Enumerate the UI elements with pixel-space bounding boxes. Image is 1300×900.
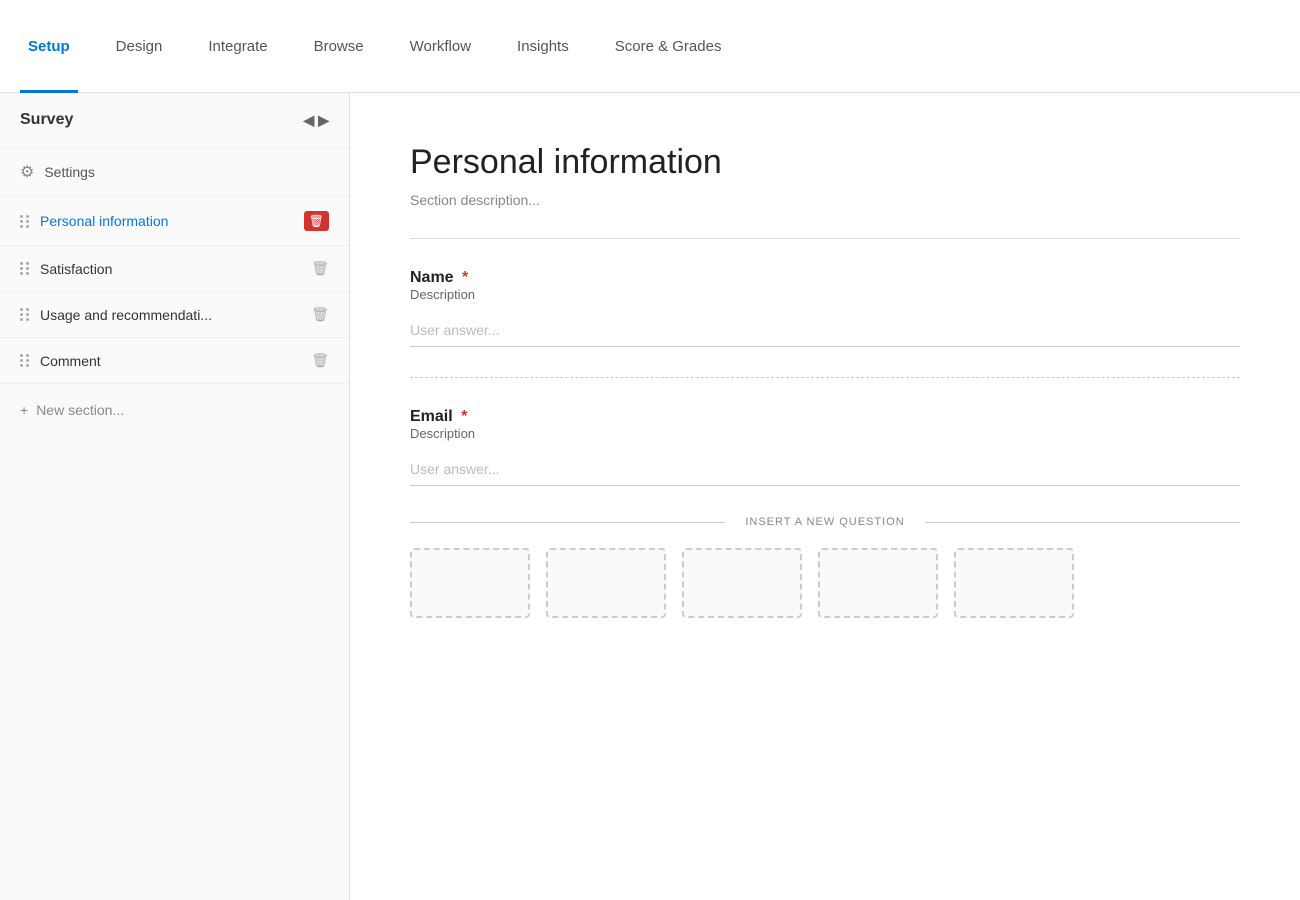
section-divider [410,238,1240,239]
nav-item-browse[interactable]: Browse [306,0,372,93]
nav-item-insights[interactable]: Insights [509,0,577,93]
question-type-row [410,548,1240,618]
sidebar-item-label-satisfaction: Satisfaction [40,261,301,277]
main-layout: Survey ◀ ▶ ⚙ Settings Personal informati… [0,93,1300,900]
question-title-email: Email * [410,408,467,425]
sidebar-item-satisfaction[interactable]: Satisfaction 🗑 [0,246,349,292]
gear-icon: ⚙ [20,162,34,182]
section-title: Personal information [410,143,1240,182]
nav-item-setup[interactable]: Setup [20,0,78,93]
question-type-card-1[interactable] [410,548,530,618]
nav-item-workflow[interactable]: Workflow [402,0,479,93]
drag-icon [20,354,30,367]
nav-item-score-grades[interactable]: Score & Grades [607,0,730,93]
sidebar-item-personal-information[interactable]: Personal information 🗑 [0,197,349,246]
question-description-email: Description [410,426,1240,441]
new-section-button[interactable]: + New section... [0,388,349,432]
arrow-left-icon[interactable]: ◀ [303,112,314,129]
insert-line-right [925,522,1240,523]
sidebar-item-label-comment: Comment [40,353,301,369]
nav-item-integrate[interactable]: Integrate [200,0,275,93]
question-title-row-email: Email * [410,408,1240,426]
drag-icon [20,215,30,228]
question-description-name: Description [410,287,1240,302]
answer-input-email[interactable] [410,453,1240,486]
arrow-right-icon[interactable]: ▶ [318,112,329,129]
question-type-card-4[interactable] [818,548,938,618]
new-section-label: New section... [36,402,124,418]
insert-question-label: INSERT A NEW QUESTION [745,516,904,528]
sidebar: Survey ◀ ▶ ⚙ Settings Personal informati… [0,93,350,900]
delete-section-button-usage-recommendation[interactable]: 🗑 [311,306,329,323]
top-navigation: Setup Design Integrate Browse Workflow Insigh… [0,0,1300,93]
sidebar-nav-arrows[interactable]: ◀ ▶ [303,112,329,129]
required-indicator-email: * [457,408,468,425]
sidebar-title: Survey [20,111,73,129]
delete-section-button-comment[interactable]: 🗑 [311,352,329,369]
question-block-email: Email *Description [410,408,1240,486]
sidebar-item-label-usage-recommendation: Usage and recommendati... [40,307,301,323]
question-divider-name [410,377,1240,378]
nav-item-design[interactable]: Design [108,0,171,93]
sidebar-item-label-personal-information: Personal information [40,213,294,229]
question-type-card-2[interactable] [546,548,666,618]
settings-item[interactable]: ⚙ Settings [0,148,349,197]
question-title-name: Name * [410,269,468,286]
answer-input-name[interactable] [410,314,1240,347]
question-block-name: Name *Description [410,269,1240,347]
sidebar-item-comment[interactable]: Comment 🗑 [0,338,349,384]
question-type-card-5[interactable] [954,548,1074,618]
drag-icon [20,262,30,275]
sidebar-header: Survey ◀ ▶ [0,93,349,148]
plus-icon: + [20,402,28,418]
delete-section-button-satisfaction[interactable]: 🗑 [311,260,329,277]
question-title-row-name: Name * [410,269,1240,287]
section-description: Section description... [410,192,1240,208]
question-type-card-3[interactable] [682,548,802,618]
settings-label: Settings [44,164,95,180]
drag-icon [20,308,30,321]
insert-question-row: INSERT A NEW QUESTION [410,516,1240,528]
insert-line-left [410,522,725,523]
delete-section-button-personal-information[interactable]: 🗑 [304,211,329,231]
sidebar-item-usage-recommendation[interactable]: Usage and recommendati... 🗑 [0,292,349,338]
main-content: Personal information Section description… [350,93,1300,900]
required-indicator-name: * [458,269,469,286]
